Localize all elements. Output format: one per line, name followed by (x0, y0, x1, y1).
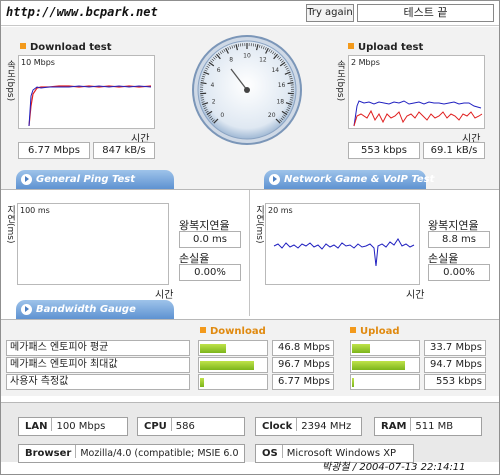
ping-right-graph-line (273, 238, 415, 267)
bandwidth-download-value: 46.8 Mbps (272, 340, 334, 356)
system-clock: Clock 2394 MHz (255, 417, 362, 436)
ping-right-graph: 20 ms (265, 203, 420, 285)
site-url[interactable]: http://www.bcpark.net (6, 5, 158, 19)
upload-title-text: Upload test (358, 42, 424, 53)
system-browser: Browser Mozilla/4.0 (compatible; MSIE 6.0 (18, 444, 245, 463)
ping-right-loss-value: 0.00% (428, 264, 490, 281)
bullet-icon (200, 327, 206, 333)
bandwidth-download-fill (200, 344, 226, 353)
arrow-right-icon (269, 174, 280, 185)
bandwidth-download-bar (198, 357, 268, 373)
bandwidth-download-value: 6.77 Mbps (272, 374, 334, 390)
gauge-tick-label: 18 (276, 98, 284, 105)
bandwidth-row-name: 사용자 측정값 (6, 374, 190, 390)
system-cpu-label: CPU (144, 421, 167, 432)
tab-general-ping-label: General Ping Test (36, 174, 136, 185)
ping-left-graph: 100 ms (17, 203, 169, 285)
ping-left-loss-value: 0.00% (179, 264, 241, 281)
download-graph-lines (28, 85, 152, 127)
system-lan-value: 100 Mbps (56, 421, 106, 432)
ping-left-rtt-value: 0.0 ms (179, 231, 241, 248)
speed-gauge: 0 2 4 6 8 10 12 14 16 18 20 (191, 34, 303, 146)
gauge-tick-label: 4 (211, 82, 215, 89)
bandwidth-upload-fill (352, 344, 370, 353)
bandwidth-upload-header: Upload (350, 326, 399, 337)
upload-rate-kbs: 69.1 kB/s (423, 142, 485, 159)
gauge-tick-label: 0 (220, 112, 224, 119)
bandwidth-upload-value: 553 kbps (424, 374, 486, 390)
bandwidth-upload-header-text: Upload (360, 326, 400, 337)
system-ram: RAM 511 MB (374, 417, 482, 436)
try-again-button[interactable]: Try again (306, 4, 354, 22)
bandwidth-upload-bar (350, 357, 420, 373)
upload-title: Upload test (348, 42, 423, 53)
bullet-icon (350, 327, 356, 333)
upload-ylabel: 속도(bps) (335, 60, 345, 102)
ping-right-xlabel: 시간 (406, 290, 425, 301)
bandwidth-upload-bar (350, 374, 420, 390)
gauge-tick-label: 2 (212, 98, 216, 105)
arrow-right-icon (21, 304, 32, 315)
bullet-icon (20, 43, 26, 49)
bandwidth-download-value: 96.7 Mbps (272, 357, 334, 373)
system-os-label: OS (262, 448, 278, 459)
tab-general-ping[interactable]: General Ping Test (16, 170, 174, 189)
bandwidth-upload-fill (352, 378, 354, 387)
bullet-icon (348, 43, 354, 49)
download-ylabel: 속도(bps) (5, 60, 15, 102)
bandwidth-download-header: Download (200, 326, 266, 337)
download-rate-kbs: 847 kB/s (93, 142, 155, 159)
tab-bandwidth-gauge-label: Bandwidth Gauge (36, 304, 136, 315)
bandwidth-download-header-text: Download (210, 326, 266, 337)
tab-game-voip-label: Network Game & VoIP Test (284, 174, 435, 185)
bandwidth-upload-value: 94.7 Mbps (424, 357, 486, 373)
test-status: 테스트 끝 (357, 4, 494, 22)
gauge-tick-label: 12 (259, 56, 267, 63)
ping-right-ylabel: 지연(ms) (254, 205, 264, 244)
bandwidth-upload-bar (350, 340, 420, 356)
download-rate-mbps: 6.77 Mbps (18, 142, 90, 159)
ping-left-xlabel: 시간 (155, 290, 174, 301)
bandwidth-row-name: 메가패스 엔토피아 최대값 (6, 357, 190, 373)
bandwidth-download-bar (198, 340, 268, 356)
gauge-tick-label: 16 (278, 82, 286, 89)
upload-graph-lines (353, 100, 483, 127)
ping-left-scale: 100 ms (20, 206, 50, 215)
tab-bandwidth-gauge[interactable]: Bandwidth Gauge (16, 300, 174, 319)
system-lan: LAN 100 Mbps (18, 417, 128, 436)
download-title-text: Download test (30, 42, 112, 53)
footer-credit: 박광철 / 2004-07-13 22:14:11 (322, 462, 466, 473)
bandwidth-download-fill (200, 378, 204, 387)
download-title: Download test (20, 42, 112, 53)
system-ram-label: RAM (381, 421, 407, 432)
ping-left-ylabel: 지연(ms) (5, 205, 15, 244)
gauge-dial: 02 4 6 8 10 12 14 16 1820 (192, 35, 302, 145)
system-cpu-value: 586 (175, 421, 195, 432)
gauge-tick-label: 20 (268, 112, 276, 119)
system-lan-label: LAN (25, 421, 48, 432)
system-ram-value: 511 MB (415, 421, 454, 432)
system-browser-value: Mozilla/4.0 (compatible; MSIE 6.0 (80, 448, 239, 459)
bandwidth-download-fill (200, 361, 254, 370)
gauge-tick-label: 10 (243, 53, 251, 60)
tab-game-voip[interactable]: Network Game & VoIP Test (264, 170, 434, 189)
system-clock-label: Clock (262, 421, 293, 432)
upload-graph: 2 Mbps (348, 55, 485, 129)
system-clock-value: 2394 MHz (301, 421, 352, 432)
system-browser-label: Browser (25, 448, 72, 459)
bandwidth-upload-fill (352, 361, 405, 370)
gauge-tick-label: 8 (229, 56, 233, 63)
gauge-tick-label: 6 (217, 67, 221, 74)
gauge-tick-label: 14 (271, 67, 279, 74)
ping-right-rtt-value: 8.8 ms (428, 231, 490, 248)
bandwidth-download-bar (198, 374, 268, 390)
ping-divider (249, 190, 250, 316)
bandwidth-upload-value: 33.7 Mbps (424, 340, 486, 356)
upload-rate-kbps: 553 kbps (348, 142, 420, 159)
download-graph: 10 Mbps (18, 55, 155, 129)
bandwidth-row-name: 메가패스 엔토피아 평균 (6, 340, 190, 356)
arrow-right-icon (21, 174, 32, 185)
system-cpu: CPU 586 (137, 417, 245, 436)
